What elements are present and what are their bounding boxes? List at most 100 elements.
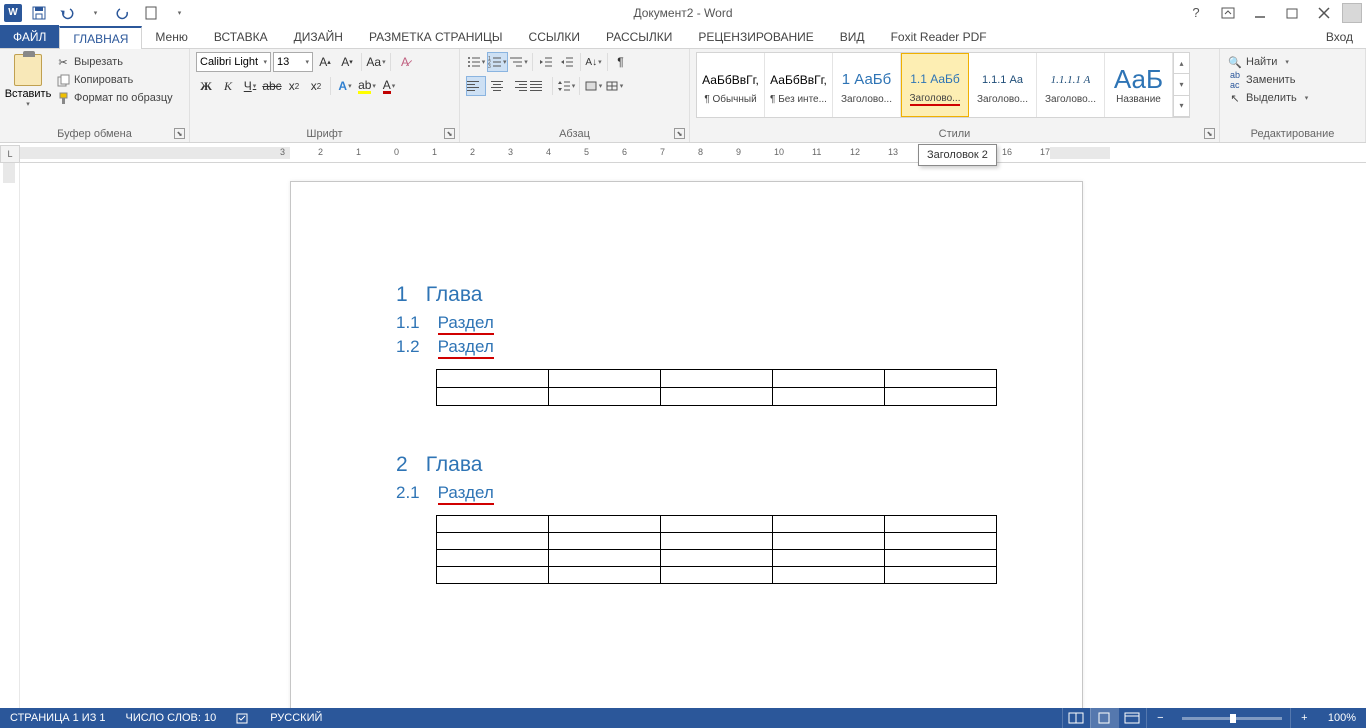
gallery-up[interactable]: ▴ <box>1174 53 1189 74</box>
clear-formatting-button[interactable]: A̷ <box>395 52 415 72</box>
tab-menu[interactable]: Меню <box>142 25 200 48</box>
user-account-icon[interactable] <box>1342 3 1362 23</box>
heading-1[interactable]: 2Глава <box>396 452 997 477</box>
tab-layout[interactable]: РАЗМЕТКА СТРАНИЦЫ <box>356 25 516 48</box>
format-painter-button[interactable]: Формат по образцу <box>54 90 175 106</box>
qat-save-button[interactable] <box>28 2 50 24</box>
maximize-button[interactable] <box>1278 2 1306 24</box>
sort-button[interactable]: A↓ <box>584 52 604 72</box>
gallery-down[interactable]: ▾ <box>1174 74 1189 95</box>
document-area[interactable]: 1Глава 1.1Раздел 1.2Раздел 2Глава 2.1Раз… <box>20 163 1366 708</box>
qat-undo-dropdown[interactable] <box>84 2 106 24</box>
tab-insert[interactable]: ВСТАВКА <box>201 25 281 48</box>
zoom-out-button[interactable]: − <box>1146 708 1174 728</box>
align-left-button[interactable] <box>466 76 486 96</box>
font-name-combo[interactable]: Calibri Light▾ <box>196 52 271 72</box>
tab-selector[interactable]: L <box>0 145 20 163</box>
gallery-more[interactable]: ▾ <box>1174 96 1189 117</box>
view-print-layout[interactable] <box>1090 708 1118 728</box>
grow-font-button[interactable]: A▴ <box>315 52 335 72</box>
find-button[interactable]: 🔍Найти▾ <box>1226 54 1310 70</box>
change-case-button[interactable]: Aa <box>366 52 386 72</box>
tab-foxit[interactable]: Foxit Reader PDF <box>878 25 1000 48</box>
tab-mailings[interactable]: РАССЫЛКИ <box>593 25 685 48</box>
heading-1[interactable]: 1Глава <box>396 282 997 307</box>
tab-file[interactable]: ФАЙЛ <box>0 25 59 48</box>
text-effects-button[interactable]: A <box>335 76 355 96</box>
select-button[interactable]: ↖Выделить▾ <box>1226 90 1310 106</box>
tab-design[interactable]: ДИЗАЙН <box>281 25 356 48</box>
qat-new-doc-button[interactable] <box>140 2 162 24</box>
heading-2[interactable]: 2.1Раздел <box>396 483 997 503</box>
borders-button[interactable] <box>604 76 624 96</box>
underline-button[interactable]: Ч <box>240 76 260 96</box>
copy-button[interactable]: Копировать <box>54 72 175 88</box>
status-language[interactable]: РУССКИЙ <box>260 712 332 724</box>
style-item-6[interactable]: АаБНазвание <box>1105 53 1173 117</box>
superscript-button[interactable]: x2 <box>306 76 326 96</box>
style-item-1[interactable]: АаБбВвГг,¶ Без инте... <box>765 53 833 117</box>
group-label-editing: Редактирование <box>1220 128 1365 140</box>
numbering-button[interactable]: 123 <box>487 52 508 72</box>
status-proofing[interactable] <box>226 711 260 725</box>
replace-button[interactable]: abacЗаменить <box>1226 72 1310 88</box>
status-word-count[interactable]: ЧИСЛО СЛОВ: 10 <box>116 712 227 724</box>
style-item-5[interactable]: 1.1.1.1 АЗаголово... <box>1037 53 1105 117</box>
styles-dialog-launcher[interactable]: ⬊ <box>1204 128 1215 139</box>
status-page[interactable]: СТРАНИЦА 1 ИЗ 1 <box>0 712 116 724</box>
login-link[interactable]: Вход <box>1313 25 1366 48</box>
bold-button[interactable]: Ж <box>196 76 216 96</box>
ruler-vertical[interactable] <box>0 163 20 708</box>
qat-customize-dropdown[interactable] <box>168 2 190 24</box>
ruler-horizontal[interactable]: L 32101234567891011121314151617 <box>0 145 1366 163</box>
view-web-layout[interactable] <box>1118 708 1146 728</box>
heading-2[interactable]: 1.2Раздел <box>396 337 997 357</box>
zoom-slider[interactable] <box>1182 717 1282 720</box>
cut-button[interactable]: ✂Вырезать <box>54 54 175 70</box>
help-button[interactable]: ? <box>1182 2 1210 24</box>
line-spacing-button[interactable] <box>556 76 576 96</box>
style-item-3[interactable]: 1.1 АаБбЗаголово... <box>901 53 969 117</box>
decrease-indent-button[interactable] <box>536 52 556 72</box>
status-bar: СТРАНИЦА 1 ИЗ 1 ЧИСЛО СЛОВ: 10 РУССКИЙ −… <box>0 708 1366 728</box>
increase-indent-button[interactable] <box>557 52 577 72</box>
shrink-font-button[interactable]: A▾ <box>337 52 357 72</box>
paragraph-dialog-launcher[interactable]: ⬊ <box>674 128 685 139</box>
show-marks-button[interactable]: ¶ <box>611 52 631 72</box>
zoom-in-button[interactable]: + <box>1290 708 1318 728</box>
heading-2[interactable]: 1.1Раздел <box>396 313 997 333</box>
zoom-level[interactable]: 100% <box>1318 712 1366 724</box>
style-item-0[interactable]: АаБбВвГг,¶ Обычный <box>697 53 765 117</box>
italic-button[interactable]: К <box>218 76 238 96</box>
style-item-4[interactable]: 1.1.1 АаЗаголово... <box>969 53 1037 117</box>
multilevel-list-button[interactable] <box>509 52 529 72</box>
paste-button[interactable]: Вставить ▾ <box>6 52 50 108</box>
qat-redo-button[interactable] <box>112 2 134 24</box>
bullets-button[interactable] <box>466 52 486 72</box>
ribbon-display-button[interactable] <box>1214 2 1242 24</box>
highlight-button[interactable]: ab <box>357 76 377 96</box>
group-editing: 🔍Найти▾ abacЗаменить ↖Выделить▾ Редактир… <box>1220 49 1366 142</box>
tab-view[interactable]: ВИД <box>827 25 878 48</box>
strikethrough-button[interactable]: abc <box>262 76 282 96</box>
tab-references[interactable]: ССЫЛКИ <box>516 25 593 48</box>
minimize-button[interactable] <box>1246 2 1274 24</box>
font-color-button[interactable]: A <box>379 76 399 96</box>
align-right-button[interactable] <box>508 76 528 96</box>
group-label-styles: Стили <box>690 128 1219 140</box>
subscript-button[interactable]: x2 <box>284 76 304 96</box>
tab-home[interactable]: ГЛАВНАЯ <box>59 26 142 49</box>
align-center-button[interactable] <box>487 76 507 96</box>
table-1[interactable] <box>436 369 997 406</box>
font-size-combo[interactable]: 13▾ <box>273 52 313 72</box>
view-read-mode[interactable] <box>1062 708 1090 728</box>
font-dialog-launcher[interactable]: ⬊ <box>444 128 455 139</box>
justify-button[interactable] <box>529 76 549 96</box>
qat-undo-button[interactable] <box>56 2 78 24</box>
style-item-2[interactable]: 1 АаБбЗаголово... <box>833 53 901 117</box>
shading-button[interactable] <box>583 76 603 96</box>
clipboard-dialog-launcher[interactable]: ⬊ <box>174 128 185 139</box>
close-button[interactable] <box>1310 2 1338 24</box>
table-2[interactable] <box>436 515 997 584</box>
tab-review[interactable]: РЕЦЕНЗИРОВАНИЕ <box>685 25 826 48</box>
